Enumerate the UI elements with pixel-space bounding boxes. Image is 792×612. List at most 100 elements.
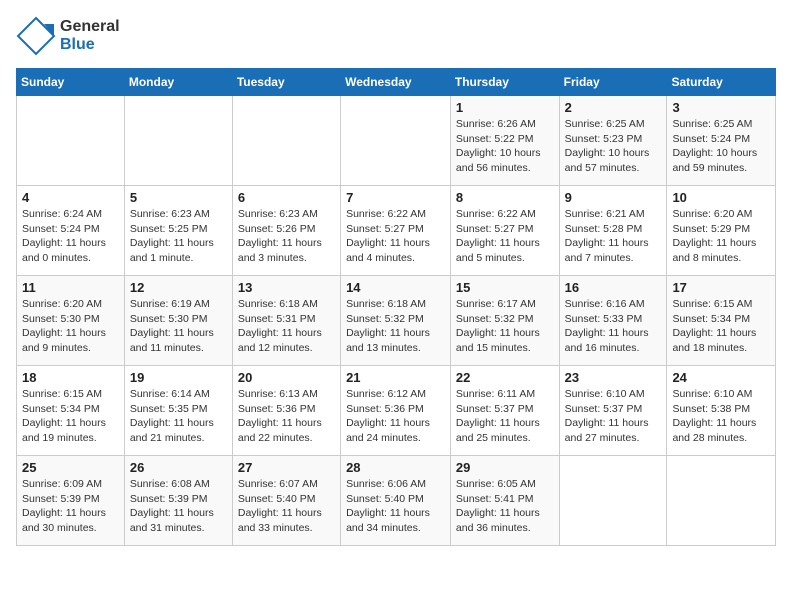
- calendar-week-5: 25 Sunrise: 6:09 AMSunset: 5:39 PMDayligh…: [17, 456, 776, 546]
- day-number: 11: [22, 280, 119, 295]
- day-number: 21: [346, 370, 445, 385]
- day-number: 9: [565, 190, 662, 205]
- day-detail: Sunrise: 6:26 AMSunset: 5:22 PMDaylight:…: [456, 117, 554, 176]
- day-number: 20: [238, 370, 335, 385]
- calendar-cell: 22 Sunrise: 6:11 AMSunset: 5:37 PMDayligh…: [450, 366, 559, 456]
- day-number: 3: [672, 100, 770, 115]
- calendar-cell: [232, 96, 340, 186]
- day-number: 25: [22, 460, 119, 475]
- day-number: 19: [130, 370, 227, 385]
- day-number: 22: [456, 370, 554, 385]
- calendar-cell: 28 Sunrise: 6:06 AMSunset: 5:40 PMDayligh…: [341, 456, 451, 546]
- day-detail: Sunrise: 6:14 AMSunset: 5:35 PMDaylight:…: [130, 387, 227, 446]
- day-number: 23: [565, 370, 662, 385]
- weekday-header-wednesday: Wednesday: [341, 69, 451, 96]
- day-detail: Sunrise: 6:10 AMSunset: 5:37 PMDaylight:…: [565, 387, 662, 446]
- calendar-cell: [17, 96, 125, 186]
- calendar-cell: 15 Sunrise: 6:17 AMSunset: 5:32 PMDayligh…: [450, 276, 559, 366]
- day-detail: Sunrise: 6:22 AMSunset: 5:27 PMDaylight:…: [456, 207, 554, 266]
- calendar-cell: 7 Sunrise: 6:22 AMSunset: 5:27 PMDaylight…: [341, 186, 451, 276]
- calendar-cell: 13Sunrise: 6:18 AMSunset: 5:31 PMDayligh…: [232, 276, 340, 366]
- calendar-cell: 1 Sunrise: 6:26 AMSunset: 5:22 PMDaylight…: [450, 96, 559, 186]
- day-detail: Sunrise: 6:18 AMSunset: 5:32 PMDaylight:…: [346, 297, 445, 356]
- calendar-week-1: 1 Sunrise: 6:26 AMSunset: 5:22 PMDaylight…: [17, 96, 776, 186]
- page-header: GeneralBlue: [16, 16, 776, 56]
- weekday-header-saturday: Saturday: [667, 69, 776, 96]
- day-detail: Sunrise: 6:23 AMSunset: 5:25 PMDaylight:…: [130, 207, 227, 266]
- calendar-cell: 24Sunrise: 6:10 AMSunset: 5:38 PMDayligh…: [667, 366, 776, 456]
- day-detail: Sunrise: 6:24 AMSunset: 5:24 PMDaylight:…: [22, 207, 119, 266]
- day-detail: Sunrise: 6:07 AMSunset: 5:40 PMDaylight:…: [238, 477, 335, 536]
- day-detail: Sunrise: 6:18 AMSunset: 5:31 PMDaylight:…: [238, 297, 335, 356]
- weekday-header-sunday: Sunday: [17, 69, 125, 96]
- calendar-cell: 14 Sunrise: 6:18 AMSunset: 5:32 PMDayligh…: [341, 276, 451, 366]
- calendar-cell: [559, 456, 667, 546]
- calendar-cell: 27 Sunrise: 6:07 AMSunset: 5:40 PMDayligh…: [232, 456, 340, 546]
- logo-general: General: [60, 18, 120, 36]
- day-detail: Sunrise: 6:13 AMSunset: 5:36 PMDaylight:…: [238, 387, 335, 446]
- day-number: 16: [565, 280, 662, 295]
- day-number: 7: [346, 190, 445, 205]
- day-detail: Sunrise: 6:20 AMSunset: 5:30 PMDaylight:…: [22, 297, 119, 356]
- day-detail: Sunrise: 6:11 AMSunset: 5:37 PMDaylight:…: [456, 387, 554, 446]
- day-detail: Sunrise: 6:21 AMSunset: 5:28 PMDaylight:…: [565, 207, 662, 266]
- calendar-cell: 9 Sunrise: 6:21 AMSunset: 5:28 PMDaylight…: [559, 186, 667, 276]
- calendar-cell: 10 Sunrise: 6:20 AMSunset: 5:29 PMDayligh…: [667, 186, 776, 276]
- day-detail: Sunrise: 6:08 AMSunset: 5:39 PMDaylight:…: [130, 477, 227, 536]
- calendar-week-2: 4 Sunrise: 6:24 AMSunset: 5:24 PMDaylight…: [17, 186, 776, 276]
- day-number: 2: [565, 100, 662, 115]
- day-number: 28: [346, 460, 445, 475]
- day-detail: Sunrise: 6:05 AMSunset: 5:41 PMDaylight:…: [456, 477, 554, 536]
- day-detail: Sunrise: 6:12 AMSunset: 5:36 PMDaylight:…: [346, 387, 445, 446]
- day-number: 18: [22, 370, 119, 385]
- day-detail: Sunrise: 6:09 AMSunset: 5:39 PMDaylight:…: [22, 477, 119, 536]
- calendar-cell: [124, 96, 232, 186]
- calendar-cell: 4 Sunrise: 6:24 AMSunset: 5:24 PMDaylight…: [17, 186, 125, 276]
- calendar-cell: 5 Sunrise: 6:23 AMSunset: 5:25 PMDaylight…: [124, 186, 232, 276]
- logo: GeneralBlue: [16, 16, 120, 56]
- day-number: 10: [672, 190, 770, 205]
- day-detail: Sunrise: 6:15 AMSunset: 5:34 PMDaylight:…: [22, 387, 119, 446]
- calendar-cell: 17Sunrise: 6:15 AMSunset: 5:34 PMDayligh…: [667, 276, 776, 366]
- day-detail: Sunrise: 6:16 AMSunset: 5:33 PMDaylight:…: [565, 297, 662, 356]
- calendar-cell: [667, 456, 776, 546]
- calendar-cell: 23 Sunrise: 6:10 AMSunset: 5:37 PMDayligh…: [559, 366, 667, 456]
- day-detail: Sunrise: 6:25 AMSunset: 5:24 PMDaylight:…: [672, 117, 770, 176]
- day-number: 27: [238, 460, 335, 475]
- calendar-cell: 3 Sunrise: 6:25 AMSunset: 5:24 PMDaylight…: [667, 96, 776, 186]
- calendar-header-row: SundayMondayTuesdayWednesdayThursdayFrid…: [17, 69, 776, 96]
- weekday-header-monday: Monday: [124, 69, 232, 96]
- day-detail: Sunrise: 6:10 AMSunset: 5:38 PMDaylight:…: [672, 387, 770, 446]
- day-detail: Sunrise: 6:20 AMSunset: 5:29 PMDaylight:…: [672, 207, 770, 266]
- calendar-cell: 6Sunrise: 6:23 AMSunset: 5:26 PMDaylight…: [232, 186, 340, 276]
- day-detail: Sunrise: 6:19 AMSunset: 5:30 PMDaylight:…: [130, 297, 227, 356]
- day-number: 14: [346, 280, 445, 295]
- weekday-header-friday: Friday: [559, 69, 667, 96]
- day-number: 6: [238, 190, 335, 205]
- day-number: 1: [456, 100, 554, 115]
- calendar-week-3: 11 Sunrise: 6:20 AMSunset: 5:30 PMDayligh…: [17, 276, 776, 366]
- calendar-cell: 21 Sunrise: 6:12 AMSunset: 5:36 PMDayligh…: [341, 366, 451, 456]
- day-number: 5: [130, 190, 227, 205]
- calendar-table: SundayMondayTuesdayWednesdayThursdayFrid…: [16, 68, 776, 546]
- day-detail: Sunrise: 6:22 AMSunset: 5:27 PMDaylight:…: [346, 207, 445, 266]
- day-detail: Sunrise: 6:06 AMSunset: 5:40 PMDaylight:…: [346, 477, 445, 536]
- day-number: 15: [456, 280, 554, 295]
- calendar-cell: 20 Sunrise: 6:13 AMSunset: 5:36 PMDayligh…: [232, 366, 340, 456]
- calendar-cell: 25 Sunrise: 6:09 AMSunset: 5:39 PMDayligh…: [17, 456, 125, 546]
- calendar-cell: 18 Sunrise: 6:15 AMSunset: 5:34 PMDayligh…: [17, 366, 125, 456]
- day-number: 8: [456, 190, 554, 205]
- logo-svg: [16, 16, 56, 56]
- calendar-cell: 29 Sunrise: 6:05 AMSunset: 5:41 PMDayligh…: [450, 456, 559, 546]
- calendar-cell: 12 Sunrise: 6:19 AMSunset: 5:30 PMDayligh…: [124, 276, 232, 366]
- day-number: 4: [22, 190, 119, 205]
- logo-blue: Blue: [60, 36, 120, 54]
- calendar-cell: 16 Sunrise: 6:16 AMSunset: 5:33 PMDayligh…: [559, 276, 667, 366]
- calendar-cell: 11 Sunrise: 6:20 AMSunset: 5:30 PMDayligh…: [17, 276, 125, 366]
- calendar-cell: 19 Sunrise: 6:14 AMSunset: 5:35 PMDayligh…: [124, 366, 232, 456]
- day-number: 12: [130, 280, 227, 295]
- calendar-cell: 26Sunrise: 6:08 AMSunset: 5:39 PMDayligh…: [124, 456, 232, 546]
- day-number: 29: [456, 460, 554, 475]
- day-detail: Sunrise: 6:17 AMSunset: 5:32 PMDaylight:…: [456, 297, 554, 356]
- calendar-cell: 2Sunrise: 6:25 AMSunset: 5:23 PMDaylight…: [559, 96, 667, 186]
